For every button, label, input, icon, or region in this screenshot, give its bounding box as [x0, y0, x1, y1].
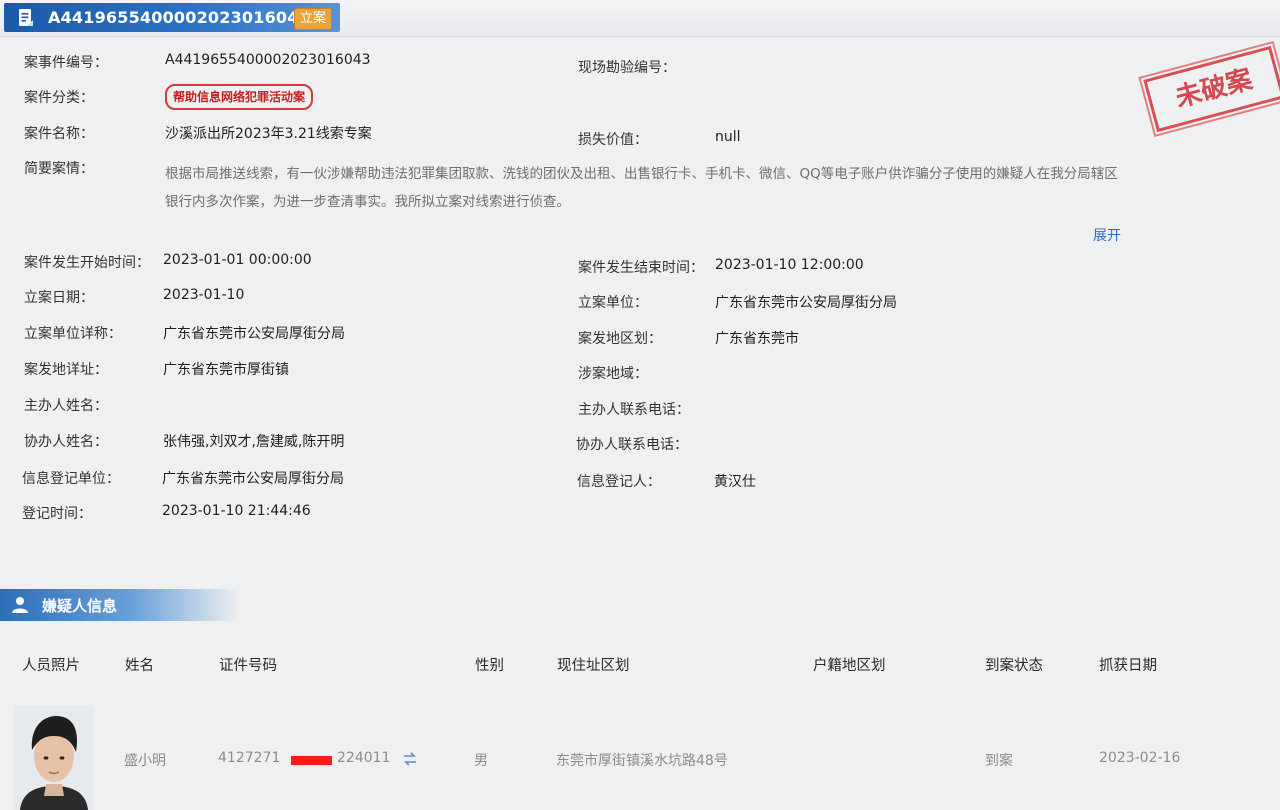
- case-name-value: 沙溪派出所2023年3.21线索专案: [165, 126, 372, 142]
- start-time-label: 案件发生开始时间：: [24, 255, 150, 271]
- suspect-arrival-status: 到案: [985, 753, 1013, 769]
- col-current-address: 现住址区划: [557, 658, 630, 674]
- col-arrival-status: 到案状态: [985, 658, 1043, 674]
- district-label: 案发地区划：: [578, 331, 662, 347]
- expand-link[interactable]: 展开: [1093, 225, 1121, 245]
- suspect-id-suffix: 224011: [337, 750, 391, 766]
- case-id-title: A4419655400002023016043: [48, 8, 310, 27]
- case-number-value: A4419655400002023016043: [165, 52, 371, 68]
- col-capture-date: 抓获日期: [1099, 658, 1157, 674]
- suspect-current-address: 东莞市厚街镇溪水坑路48号: [556, 753, 728, 769]
- reg-unit-label: 信息登记单位：: [22, 471, 120, 487]
- suspect-name: 盛小明: [124, 753, 166, 769]
- reg-time-value: 2023-01-10 21:44:46: [162, 503, 311, 519]
- filing-unit-label: 立案单位：: [578, 295, 648, 311]
- category-label: 案件分类：: [24, 90, 94, 106]
- loss-label: 损失价值：: [578, 132, 648, 148]
- suspect-id-prefix: 4127271: [218, 750, 281, 766]
- col-name: 姓名: [125, 658, 154, 674]
- redaction-bar: [291, 756, 332, 765]
- filing-unit-detail-value: 广东省东莞市公安局厚街分局: [163, 326, 345, 342]
- title-bar: A4419655400002023016043 立案: [0, 0, 1280, 37]
- suspect-capture-date: 2023-02-16: [1099, 750, 1181, 766]
- unsolved-stamp: 未破案: [1138, 39, 1280, 139]
- reg-time-label: 登记时间：: [22, 506, 92, 522]
- suspect-section-title: 嫌疑人信息: [42, 597, 118, 615]
- handler-label: 主办人姓名：: [24, 398, 108, 414]
- category-tag: 帮助信息网络犯罪活动案: [165, 84, 314, 110]
- start-time-value: 2023-01-01 00:00:00: [163, 252, 312, 268]
- status-badge: 立案: [294, 8, 333, 30]
- col-photo: 人员照片: [22, 658, 80, 674]
- registrar-label: 信息登记人：: [577, 474, 661, 490]
- co-handler-label: 协办人姓名：: [24, 434, 108, 450]
- suspect-photo: [14, 706, 94, 810]
- end-time-label: 案件发生结束时间：: [578, 260, 704, 276]
- district-value: 广东省东莞市: [715, 331, 799, 347]
- filing-date-value: 2023-01-10: [163, 287, 245, 303]
- document-icon: [19, 9, 33, 26]
- reg-unit-value: 广东省东莞市公安局厚街分局: [162, 471, 344, 487]
- region-label: 涉案地域：: [578, 366, 648, 382]
- case-summary: 根据市局推送线索，有一伙涉嫌帮助违法犯罪集团取款、洗钱的团伙及出租、出售银行卡、…: [165, 166, 1118, 210]
- case-number-label: 案事件编号：: [24, 55, 108, 71]
- end-time-value: 2023-01-10 12:00:00: [715, 257, 864, 273]
- handler-phone-label: 主办人联系电话：: [578, 402, 690, 418]
- case-tab[interactable]: A4419655400002023016043 立案: [4, 3, 340, 32]
- co-handler-value: 张伟强,刘双才,詹建威,陈开明: [163, 434, 345, 450]
- address-label: 案发地详址：: [24, 362, 108, 378]
- col-id-number: 证件号码: [219, 658, 277, 674]
- scene-survey-label: 现场勘验编号：: [578, 60, 676, 76]
- suspect-gender: 男: [474, 753, 488, 769]
- co-phone-label: 协办人联系电话：: [576, 437, 688, 453]
- registrar-value: 黄汉仕: [714, 474, 756, 490]
- loss-value: null: [715, 129, 741, 145]
- summary-label: 简要案情：: [24, 161, 94, 177]
- filing-unit-detail-label: 立案单位详称：: [24, 326, 122, 342]
- person-icon: [12, 597, 28, 613]
- suspect-section-header: 嫌疑人信息: [0, 589, 240, 621]
- address-value: 广东省东莞市厚街镇: [163, 362, 289, 378]
- case-name-label: 案件名称：: [24, 126, 94, 142]
- col-household-address: 户籍地区划: [813, 658, 886, 674]
- filing-date-label: 立案日期：: [24, 290, 94, 306]
- col-gender: 性别: [475, 658, 504, 674]
- swap-icon[interactable]: [402, 752, 418, 766]
- filing-unit-value: 广东省东莞市公安局厚街分局: [715, 295, 897, 311]
